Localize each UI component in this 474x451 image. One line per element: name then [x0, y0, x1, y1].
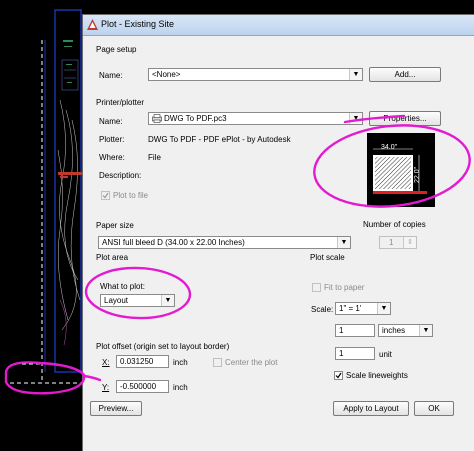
what-to-plot-select[interactable]: Layout ▼: [100, 294, 175, 307]
scale-label: Scale:: [311, 305, 334, 314]
center-the-plot-checkbox[interactable]: [213, 358, 222, 367]
chevron-down-icon: ▼: [337, 237, 350, 248]
center-the-plot-label: Center the plot: [225, 358, 278, 367]
scale-value: 1" = 1': [339, 304, 362, 313]
plotter-value: DWG To PDF - PDF ePlot - by Autodesk: [148, 135, 291, 144]
checkmark-icon: [335, 372, 342, 379]
where-value: File: [148, 153, 161, 162]
plot-scale-section-label: Plot scale: [310, 253, 345, 262]
scale-numerator-value: 1: [339, 326, 344, 335]
apply-to-layout-button[interactable]: Apply to Layout: [333, 401, 409, 416]
scale-denominator-unit: unit: [379, 350, 392, 359]
paper-size-value: ANSI full bleed D (34.00 x 22.00 Inches): [102, 238, 245, 247]
chevron-down-icon: ▼: [349, 113, 362, 124]
chevron-down-icon: ▼: [349, 69, 362, 80]
x-offset-input[interactable]: 0.031250: [116, 355, 169, 368]
plot-dialog: Plot - Existing Site Page setup Name: <N…: [82, 14, 474, 451]
autocad-app-icon: [87, 19, 98, 30]
printer-section-label: Printer/plotter: [96, 98, 145, 107]
plot-to-file-label: Plot to file: [113, 191, 149, 200]
scale-numerator-input[interactable]: 1: [335, 324, 375, 337]
chevron-down-icon: ▼: [161, 295, 174, 306]
page-setup-section-label: Page setup: [96, 45, 137, 54]
paper-preview: 34.0" 22.0": [367, 133, 435, 207]
printer-name-label: Name:: [99, 117, 123, 126]
x-offset-unit: inch: [173, 358, 188, 367]
fit-to-paper-checkbox[interactable]: [312, 283, 321, 292]
scale-units-value: inches: [382, 326, 406, 335]
what-to-plot-value: Layout: [104, 296, 129, 305]
description-label: Description:: [99, 171, 142, 180]
fit-to-paper-label: Fit to paper: [324, 283, 365, 292]
preview-button[interactable]: Preview...: [90, 401, 142, 416]
properties-button[interactable]: Properties...: [369, 111, 441, 126]
scale-select[interactable]: 1" = 1' ▼: [335, 302, 391, 315]
scale-units-select[interactable]: inches ▼: [378, 324, 433, 337]
add-button[interactable]: Add...: [369, 67, 441, 82]
page-setup-name-select[interactable]: <None> ▼: [148, 68, 363, 81]
x-offset-value: 0.031250: [120, 357, 154, 366]
printer-name-value: DWG To PDF.pc3: [164, 114, 227, 123]
y-offset-input[interactable]: -0.500000: [116, 380, 169, 393]
plot-offset-section-label: Plot offset (origin set to layout border…: [96, 342, 230, 351]
scale-denominator-value: 1: [339, 349, 344, 358]
page-setup-name-value: <None>: [152, 70, 181, 79]
paper-preview-graphic: [373, 148, 427, 194]
chevron-down-icon: ▼: [377, 303, 390, 314]
scale-lineweights-checkbox[interactable]: [334, 371, 343, 380]
printer-icon: [152, 114, 162, 123]
copies-spinner[interactable]: 1 ⇕: [379, 236, 417, 249]
y-offset-value: -0.500000: [120, 382, 157, 391]
spinner-icon: ⇕: [403, 237, 416, 248]
dialog-title: Plot - Existing Site: [101, 19, 175, 29]
what-to-plot-label: What to plot:: [100, 282, 145, 291]
y-offset-label: Y:: [102, 383, 110, 392]
plotter-label: Plotter:: [99, 135, 125, 144]
paper-size-select[interactable]: ANSI full bleed D (34.00 x 22.00 Inches)…: [98, 236, 351, 249]
paper-size-section-label: Paper size: [96, 221, 134, 230]
chevron-down-icon: ▼: [419, 325, 432, 336]
page-setup-name-label: Name:: [99, 71, 123, 80]
scale-denominator-input[interactable]: 1: [335, 347, 375, 360]
preview-height-label: 22.0": [414, 166, 421, 183]
plot-area-section-label: Plot area: [96, 253, 129, 262]
where-label: Where:: [99, 153, 125, 162]
preview-width-label: 34.0": [381, 144, 398, 151]
ok-button[interactable]: OK: [414, 401, 454, 416]
checkmark-icon: [102, 192, 109, 199]
title-bar[interactable]: Plot - Existing Site: [83, 15, 474, 36]
x-offset-label: X:: [102, 358, 110, 367]
scale-lineweights-label: Scale lineweights: [346, 371, 408, 380]
plot-to-file-checkbox[interactable]: [101, 191, 110, 200]
copies-section-label: Number of copies: [363, 220, 426, 229]
copies-value: 1: [389, 238, 394, 247]
y-offset-unit: inch: [173, 383, 188, 392]
printer-name-select[interactable]: DWG To PDF.pc3 ▼: [148, 112, 363, 125]
